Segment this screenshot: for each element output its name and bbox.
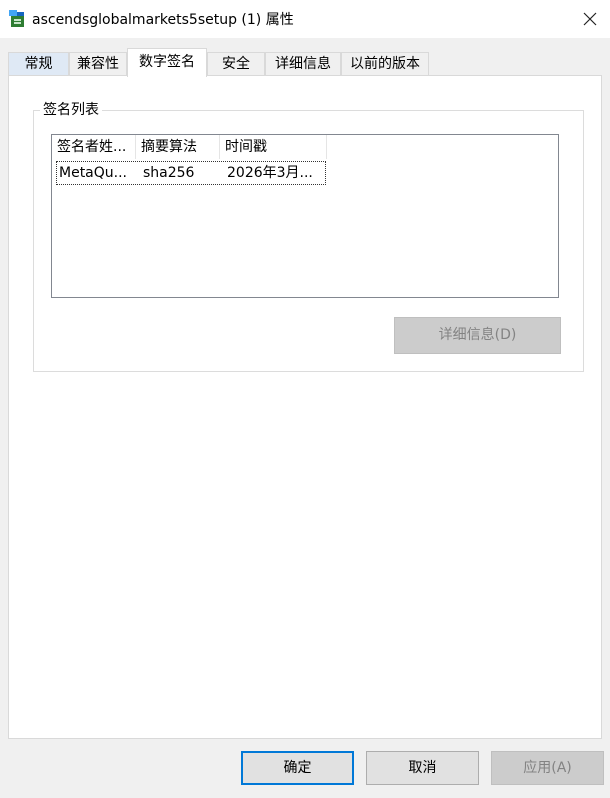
signature-list[interactable]: 签名者姓... 摘要算法 时间戳 MetaQu... sha256 2026年3…: [51, 134, 559, 298]
list-item[interactable]: MetaQu... sha256 2026年3月...: [56, 161, 326, 185]
column-header-digest[interactable]: 摘要算法: [136, 135, 220, 159]
column-header-timestamp[interactable]: 时间戳: [220, 135, 327, 159]
tab-details[interactable]: 详细信息: [265, 52, 341, 76]
title-bar: ascendsglobalmarkets5setup (1) 属性: [0, 0, 610, 38]
window-title: ascendsglobalmarkets5setup (1) 属性: [32, 12, 294, 28]
tab-strip: 常规 兼容性 数字签名 安全 详细信息 以前的版本: [0, 48, 610, 77]
tab-general[interactable]: 常规: [8, 52, 69, 76]
ok-button[interactable]: 确定: [241, 751, 354, 785]
tab-previous-versions[interactable]: 以前的版本: [341, 52, 429, 76]
signature-list-label: 签名列表: [40, 100, 102, 120]
details-button[interactable]: 详细信息(D): [394, 317, 561, 354]
installer-icon: [9, 10, 24, 27]
tab-compatibility[interactable]: 兼容性: [69, 52, 127, 76]
digest-algorithm: sha256: [143, 165, 195, 181]
timestamp: 2026年3月...: [227, 165, 313, 181]
tab-panel: 签名列表 签名者姓... 摘要算法 时间戳 MetaQu... sha256 2…: [8, 75, 602, 739]
apply-button[interactable]: 应用(A): [491, 751, 604, 785]
column-header-signer[interactable]: 签名者姓...: [52, 135, 136, 159]
close-button[interactable]: [570, 0, 610, 38]
close-icon: [583, 12, 597, 26]
list-header: 签名者姓... 摘要算法 时间戳: [52, 135, 558, 159]
cancel-button[interactable]: 取消: [366, 751, 479, 785]
signature-list-group: 签名列表 签名者姓... 摘要算法 时间戳 MetaQu... sha256 2…: [33, 100, 584, 372]
signer-name: MetaQu...: [59, 165, 128, 181]
tab-digital-signatures[interactable]: 数字签名: [127, 48, 207, 77]
tab-security[interactable]: 安全: [207, 52, 265, 76]
